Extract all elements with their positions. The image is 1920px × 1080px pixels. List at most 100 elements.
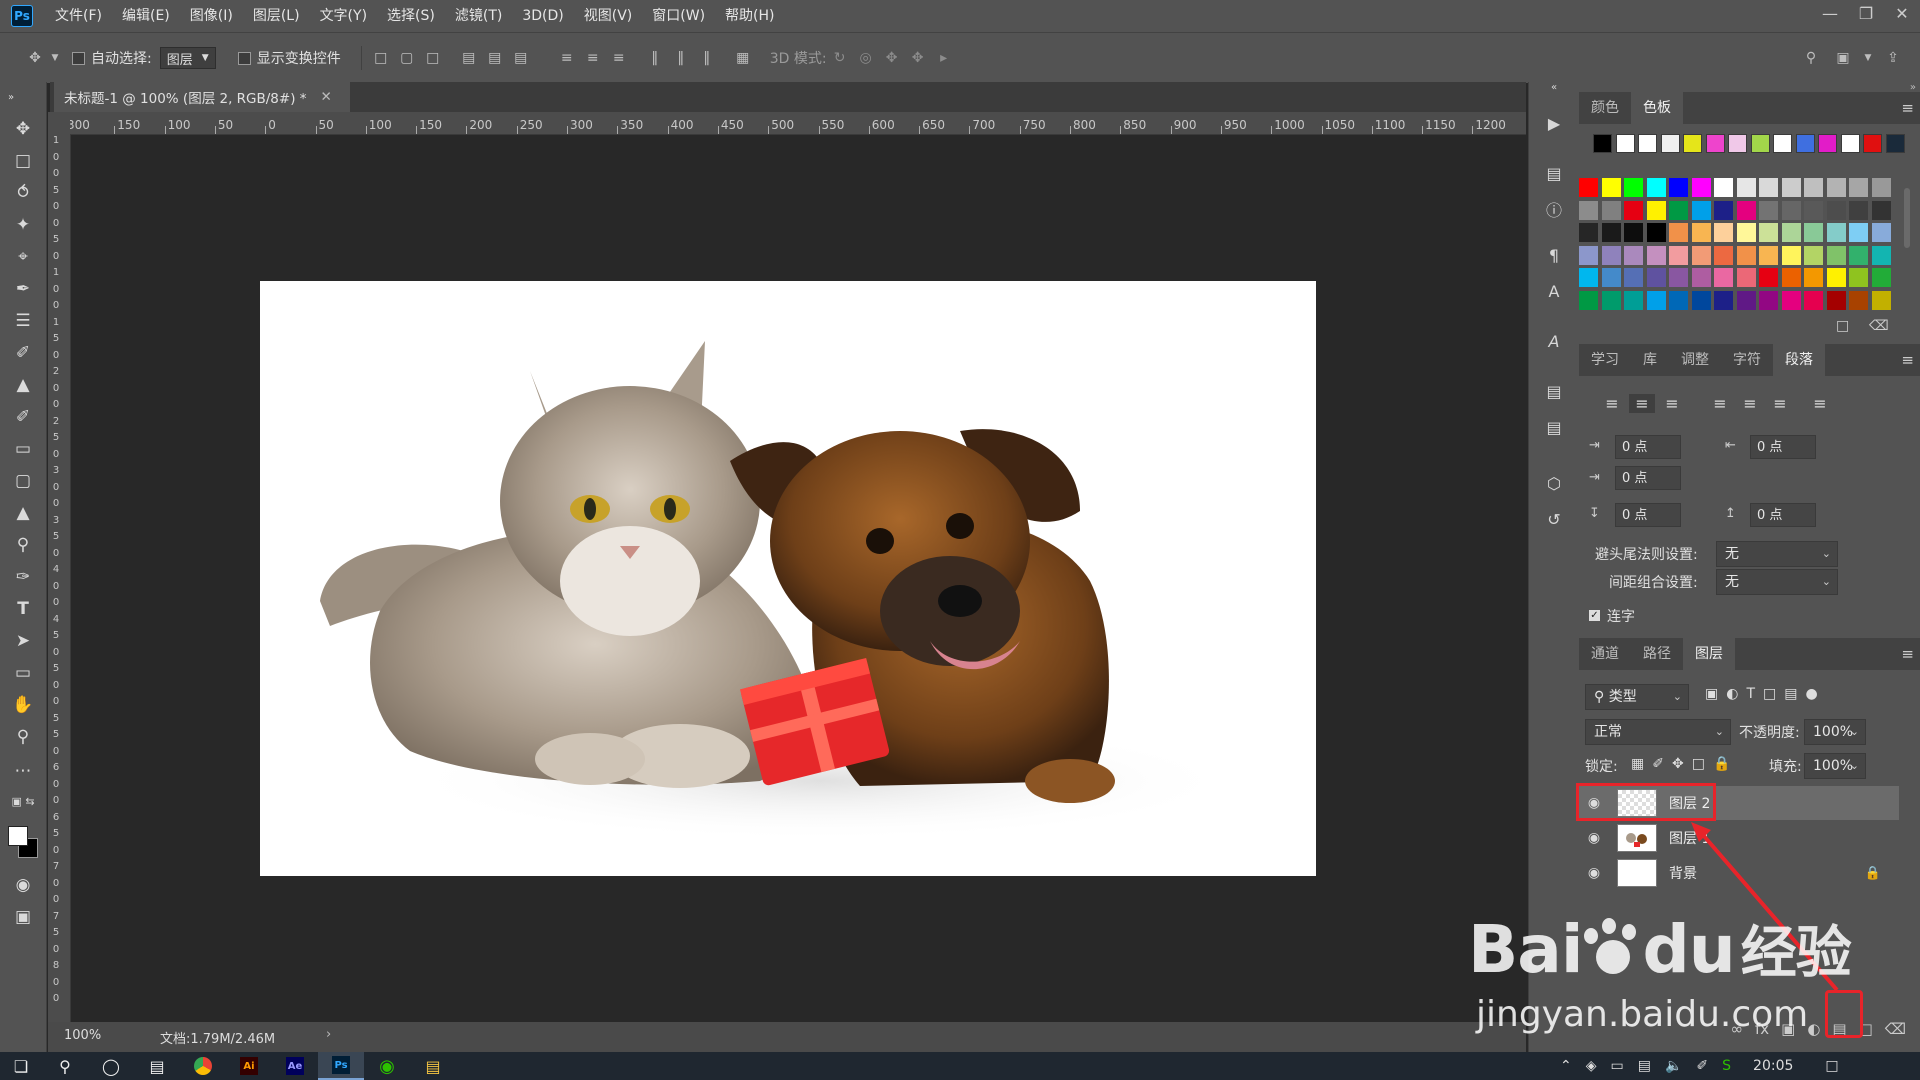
swatch[interactable] — [1759, 223, 1778, 242]
swatch[interactable] — [1759, 200, 1778, 220]
swatch[interactable] — [1714, 245, 1733, 265]
justify-all-icon[interactable]: ≡ — [1807, 394, 1833, 413]
swatch[interactable] — [1683, 134, 1702, 153]
swatch[interactable] — [1781, 290, 1801, 310]
swatch[interactable] — [1646, 223, 1666, 242]
swatch[interactable] — [1804, 178, 1823, 197]
3d-slide-icon[interactable]: ✥ — [905, 45, 931, 71]
swatch[interactable] — [1714, 200, 1733, 220]
3d-orbit-icon[interactable]: ↻ — [827, 45, 853, 71]
rectangle-tool-icon[interactable]: ▭ — [9, 660, 37, 686]
pen-icon[interactable]: ✐ — [1696, 1058, 1708, 1074]
swatch-scrollbar[interactable] — [1904, 188, 1910, 248]
tool-preset-chevron-icon[interactable]: ▼ — [48, 45, 62, 71]
distribute-top-icon[interactable]: ≡ — [554, 45, 580, 71]
justify-right-icon[interactable]: ≡ — [1767, 394, 1793, 413]
swatch[interactable] — [1871, 178, 1891, 197]
distribute-right-icon[interactable]: ‖ — [694, 45, 720, 71]
marquee-tool-icon[interactable]: □ — [9, 148, 37, 174]
swatch[interactable] — [1660, 134, 1680, 153]
swatch[interactable] — [1804, 268, 1823, 287]
swatch[interactable] — [1579, 268, 1598, 287]
swatch[interactable] — [1871, 245, 1891, 265]
swatch[interactable] — [1714, 178, 1733, 197]
libraries-icon[interactable]: ▤ — [1540, 378, 1568, 404]
adjustment-filter-icon[interactable]: ◐ — [1726, 686, 1738, 702]
tab-paths[interactable]: 路径 — [1631, 638, 1683, 670]
swatch[interactable] — [1714, 290, 1733, 310]
move-tool-icon[interactable]: ✥ — [9, 116, 37, 142]
swatch[interactable] — [1773, 134, 1792, 153]
collapse-icon[interactable]: » — [4, 92, 18, 103]
swatch[interactable] — [1849, 178, 1868, 197]
swatch[interactable] — [1804, 245, 1823, 265]
opacity-field[interactable]: 100% ⌄ — [1804, 719, 1866, 745]
visibility-eye-icon[interactable]: ◉ — [1579, 865, 1609, 881]
paragraph-styles-icon[interactable]: ¶ — [1540, 242, 1568, 268]
swatch[interactable] — [1691, 290, 1711, 310]
default-colors-icon[interactable]: ▣ ⇆ — [9, 788, 37, 814]
align-vcenter-icon[interactable]: ▢ — [394, 45, 420, 71]
swatch[interactable] — [1849, 245, 1868, 265]
menu-item[interactable]: 图像(I) — [180, 0, 243, 32]
align-hcenter-icon[interactable]: ▤ — [482, 45, 508, 71]
swatch[interactable] — [1691, 268, 1711, 287]
menu-item[interactable]: 滤镜(T) — [445, 0, 512, 32]
tab-channels[interactable]: 通道 — [1579, 638, 1631, 670]
close-tab-icon[interactable]: ✕ — [321, 89, 332, 105]
clock[interactable]: 20:05 — [1753, 1058, 1793, 1074]
swatch[interactable] — [1826, 178, 1846, 197]
distribute-bottom-icon[interactable]: ≡ — [606, 45, 632, 71]
swatch[interactable] — [1615, 134, 1635, 153]
chevron-right-icon[interactable]: › — [326, 1027, 331, 1042]
wechat-tray-icon[interactable]: S — [1722, 1058, 1731, 1074]
photoshop-taskbar-icon[interactable]: Ps — [318, 1052, 364, 1080]
search-icon[interactable]: ⚲ — [1798, 45, 1824, 71]
document-info[interactable]: 文档:1.79M/2.46M — [160, 1028, 275, 1047]
chrome-icon[interactable] — [180, 1052, 226, 1080]
panel-menu-icon[interactable]: ≡ — [1901, 99, 1914, 117]
notification-icon[interactable]: □ — [1825, 1058, 1838, 1074]
swatch[interactable] — [1646, 200, 1666, 220]
battery-icon[interactable]: ▭ — [1611, 1058, 1624, 1074]
auto-select-checkbox[interactable] — [72, 51, 85, 65]
menu-item[interactable]: 3D(D) — [512, 0, 573, 32]
swatch[interactable] — [1759, 268, 1778, 287]
tab-color[interactable]: 颜色 — [1579, 92, 1631, 124]
swatch[interactable] — [1863, 134, 1882, 153]
blur-tool-icon[interactable]: ▲ — [9, 500, 37, 526]
task-view-icon[interactable]: ▤ — [134, 1052, 180, 1080]
tab-paragraph[interactable]: 段落 — [1773, 344, 1825, 376]
indent-right-field[interactable]: 0 点 — [1750, 435, 1816, 459]
swatch[interactable] — [1804, 200, 1823, 220]
menu-item[interactable]: 帮助(H) — [715, 0, 784, 32]
healing-brush-tool-icon[interactable]: ☰ — [9, 308, 37, 334]
align-center-icon[interactable]: ≡ — [1629, 394, 1655, 413]
lock-transparency-icon[interactable]: ▦ — [1631, 756, 1644, 772]
swatch[interactable] — [1736, 268, 1756, 287]
swatch[interactable] — [1579, 223, 1598, 242]
document-image[interactable] — [260, 281, 1316, 876]
swatch[interactable] — [1849, 200, 1868, 220]
cortana-icon[interactable]: ◯ — [88, 1052, 134, 1080]
mojikumi-dropdown[interactable]: 无 ⌄ — [1716, 569, 1838, 595]
menu-item[interactable]: 视图(V) — [574, 0, 643, 32]
swatch[interactable] — [1781, 268, 1801, 287]
clone-stamp-tool-icon[interactable]: ▲ — [9, 372, 37, 398]
tab-character[interactable]: 字符 — [1721, 344, 1773, 376]
swatch[interactable] — [1750, 134, 1770, 153]
swatch[interactable] — [1624, 200, 1643, 220]
swatch[interactable] — [1871, 268, 1891, 287]
swatch[interactable] — [1646, 178, 1666, 197]
swatch[interactable] — [1759, 290, 1778, 310]
swatch[interactable] — [1691, 200, 1711, 220]
minimize-button[interactable]: — — [1812, 0, 1848, 26]
restore-button[interactable]: ❐ — [1848, 0, 1884, 26]
move-tool-icon[interactable]: ✥ — [22, 45, 48, 71]
swatch[interactable] — [1871, 290, 1891, 310]
swatch[interactable] — [1781, 245, 1801, 265]
fill-field[interactable]: 100% ⌄ — [1804, 753, 1866, 779]
document-tab[interactable]: 未标题-1 @ 100% (图层 2, RGB/8#) * ✕ — [54, 82, 350, 112]
swatch[interactable] — [1593, 134, 1612, 153]
swatch[interactable] — [1781, 178, 1801, 197]
